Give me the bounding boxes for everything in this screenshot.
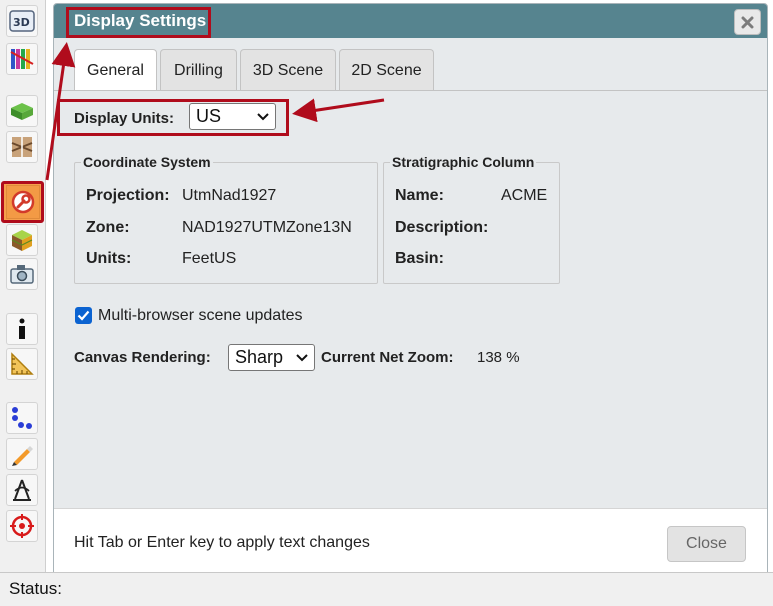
- colored-bars-icon[interactable]: [6, 43, 38, 75]
- units-label: Units:: [86, 250, 132, 267]
- camera-icon[interactable]: [6, 258, 38, 290]
- units-value: FeetUS: [182, 250, 237, 267]
- left-toolbar: 3D: [0, 0, 46, 572]
- canvas-rendering-select[interactable]: Sharp: [228, 344, 315, 371]
- status-bar: Status:: [0, 572, 773, 606]
- multi-browser-checkbox[interactable]: [75, 307, 92, 324]
- display-settings-dialog: Display Settings General Drilling 3D Sce…: [53, 3, 768, 576]
- tab-general[interactable]: General: [74, 49, 157, 92]
- tab-3d-scene[interactable]: 3D Scene: [240, 49, 336, 91]
- tab-drilling[interactable]: Drilling: [160, 49, 237, 91]
- net-zoom-label: Current Net Zoom:: [321, 349, 454, 366]
- info-icon[interactable]: [6, 313, 38, 345]
- cube-icon[interactable]: [6, 224, 38, 256]
- close-icon: [741, 16, 754, 28]
- 3d-view-icon[interactable]: 3D: [6, 5, 38, 37]
- canvas-rendering-value: Sharp: [235, 347, 284, 367]
- close-button[interactable]: Close: [667, 526, 746, 562]
- multi-browser-label[interactable]: Multi-browser scene updates: [98, 307, 303, 325]
- points-icon[interactable]: [6, 402, 38, 434]
- title-highlight-box: [66, 7, 211, 38]
- display-settings-tool[interactable]: [5, 185, 40, 219]
- wrench-icon[interactable]: [1, 181, 44, 223]
- strat-basin-label: Basin:: [395, 250, 444, 267]
- projection-value: UtmNad1927: [182, 187, 277, 204]
- dialog-footer: Hit Tab or Enter key to apply text chang…: [54, 508, 767, 575]
- dialog-close-icon-button[interactable]: [734, 9, 761, 35]
- chevron-down-icon: [296, 354, 308, 362]
- ruler-icon[interactable]: [6, 348, 38, 380]
- footer-hint: Hit Tab or Enter key to apply text chang…: [74, 534, 370, 551]
- zone-label: Zone:: [86, 219, 130, 236]
- status-label: Status:: [9, 579, 62, 598]
- cross-section-icon[interactable]: [6, 131, 38, 163]
- stratigraphic-column-legend: Stratigraphic Column: [392, 154, 535, 170]
- tab-2d-scene[interactable]: 2D Scene: [339, 49, 434, 91]
- net-zoom-value: 138 %: [477, 349, 520, 366]
- checkmark-icon: [77, 310, 90, 321]
- strat-name-label: Name:: [395, 187, 444, 204]
- strat-name-value: ACME: [501, 187, 548, 204]
- projection-label: Projection:: [86, 187, 170, 204]
- pencil-icon[interactable]: [6, 438, 38, 470]
- surfaces-icon[interactable]: [6, 95, 38, 127]
- canvas-rendering-label: Canvas Rendering:: [74, 349, 211, 366]
- zone-value: NAD1927UTMZone13N: [182, 219, 352, 236]
- svg-text:3D: 3D: [13, 16, 30, 29]
- compass-icon[interactable]: [6, 474, 38, 506]
- display-units-highlight-box: [57, 99, 289, 136]
- target-icon[interactable]: [6, 510, 38, 542]
- coordinate-system-legend: Coordinate System: [83, 154, 211, 170]
- general-panel: Display Units: US Coordinate System Proj…: [54, 90, 767, 498]
- strat-description-label: Description:: [395, 219, 489, 236]
